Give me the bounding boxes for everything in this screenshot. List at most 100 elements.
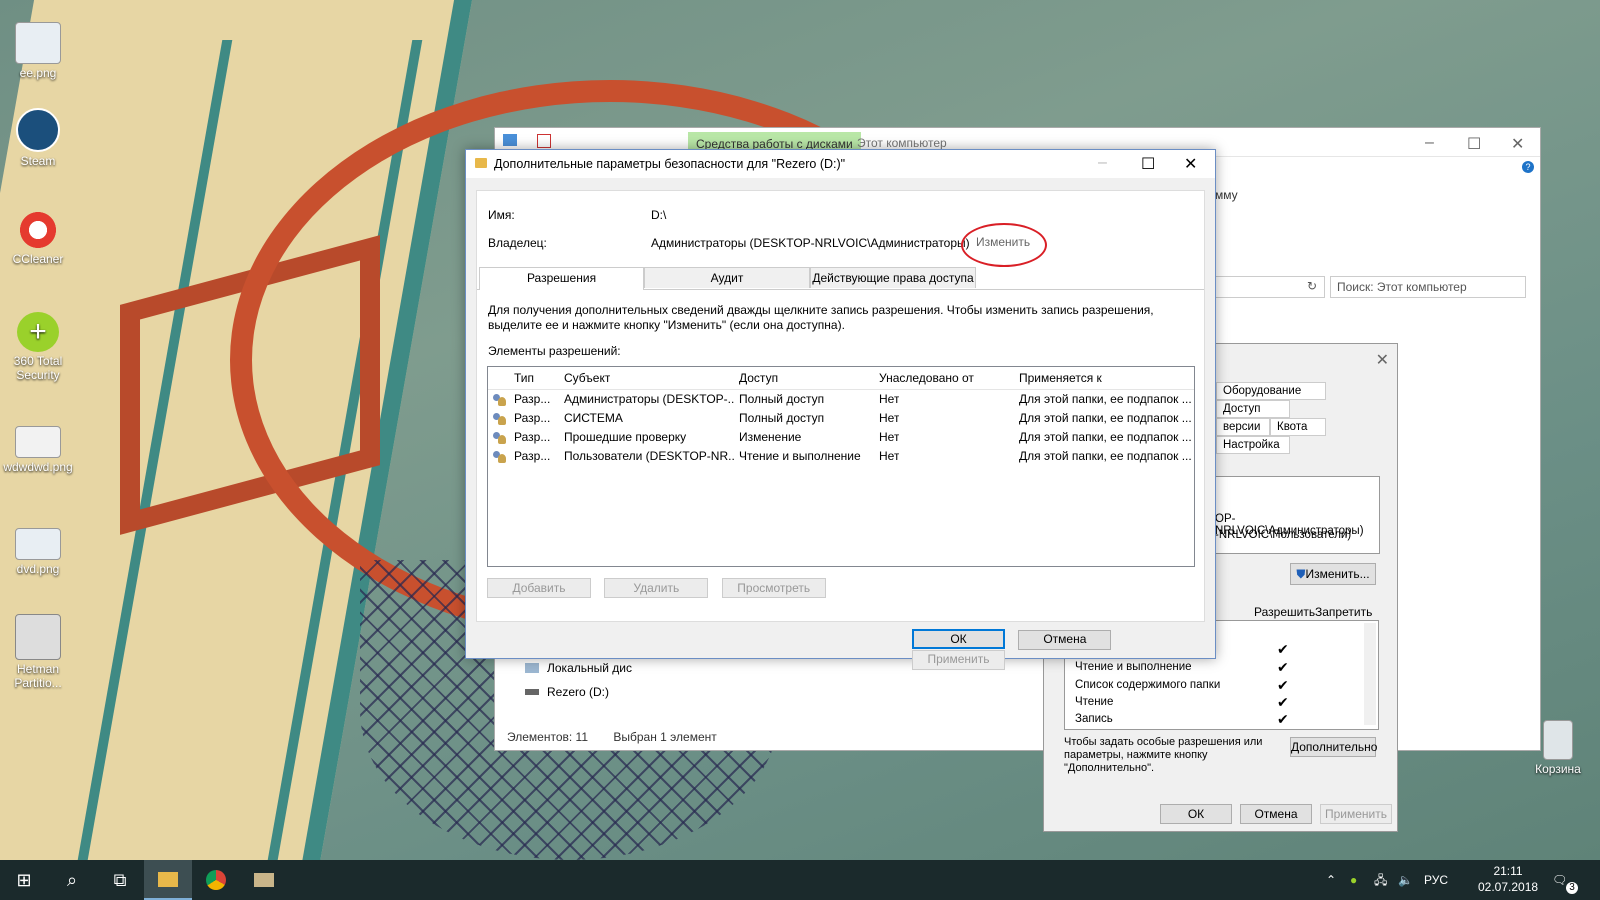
cell-subject: Администраторы (DESKTOP-...: [564, 392, 734, 406]
name-value: D:\: [651, 208, 667, 222]
cancel-button[interactable]: Отмена: [1018, 630, 1112, 650]
desktop-icon-label: wdwdwd.png: [3, 460, 73, 474]
search-icon: ⌕: [66, 869, 78, 890]
column-header-subject[interactable]: Субъект: [564, 371, 610, 385]
close-button[interactable]: ✕: [1511, 134, 1524, 154]
chevron-up-icon[interactable]: ⌃: [1326, 860, 1336, 900]
desktop-icon-ccleaner[interactable]: CCleaner: [0, 210, 76, 266]
taskbar-file-explorer[interactable]: [144, 860, 192, 900]
properties-quick-icon[interactable]: [537, 134, 551, 148]
recycle-bin-icon: [1543, 720, 1573, 760]
group-item[interactable]: -NRLVOIC\Пользователи): [1215, 529, 1351, 541]
maximize-button[interactable]: ☐: [1467, 134, 1481, 154]
cell-applies: Для этой папки, ее подпапок ...: [1019, 411, 1192, 425]
permission-name: Запись: [1075, 713, 1113, 725]
taskbar: ⊞ ⌕ ⧉ ⌃ ● 🖧 🔈 РУС 21:11 02.07.2018 🗨 3: [0, 860, 1600, 900]
desktop-icon-hetman-partition[interactable]: Hetman Partitio...: [0, 614, 76, 690]
cell-type: Разр...: [514, 411, 551, 425]
nav-item-local-disk[interactable]: Локальный дис: [517, 656, 647, 680]
desktop-icon-dvd-png[interactable]: dvd.png: [0, 528, 76, 576]
action-center-icon[interactable]: 🗨: [1552, 860, 1567, 900]
start-button[interactable]: ⊞: [0, 860, 48, 900]
ok-button[interactable]: ОК: [912, 629, 1005, 649]
desktop-icon-steam[interactable]: Steam: [0, 108, 76, 168]
column-header-access[interactable]: Доступ: [739, 371, 778, 385]
ccleaner-icon: [16, 210, 60, 250]
tab-customize[interactable]: Настройка: [1216, 436, 1290, 454]
network-icon[interactable]: 🖧: [1374, 860, 1387, 900]
permission-name: Список содержимого папки: [1075, 679, 1221, 691]
cell-inherited: Нет: [879, 449, 900, 463]
column-header-inherited[interactable]: Унаследовано от: [879, 371, 974, 385]
add-button[interactable]: Добавить: [487, 578, 591, 598]
owner-label: Владелец:: [488, 236, 547, 250]
dialog-titlebar: Дополнительные параметры безопасности дл…: [466, 150, 1215, 178]
apply-button[interactable]: Применить: [912, 650, 1005, 670]
task-view-button[interactable]: ⧉: [96, 860, 144, 900]
user-group-icon: [493, 432, 507, 444]
tab-sharing[interactable]: Доступ: [1216, 400, 1290, 418]
cell-type: Разр...: [514, 449, 551, 463]
scrollbar[interactable]: [1364, 623, 1376, 725]
search-button[interactable]: ⌕: [48, 860, 96, 900]
cell-access: Полный доступ: [739, 411, 825, 425]
table-row[interactable]: Разр... СИСТЕМА Полный доступ Нет Для эт…: [488, 411, 1194, 429]
entry-buttons: Добавить Удалить Просмотреть: [487, 578, 836, 598]
help-icon[interactable]: ?: [1522, 161, 1534, 173]
windows-icon: ⊞: [16, 869, 32, 890]
tab-versions[interactable]: версии: [1216, 418, 1270, 436]
explorer-title: Этот компьютер: [857, 136, 947, 150]
remove-button[interactable]: Удалить: [604, 578, 709, 598]
image-file-icon: [15, 426, 61, 458]
cell-type: Разр...: [514, 392, 551, 406]
allow-check: ✔: [1277, 677, 1289, 693]
clock[interactable]: 21:11 02.07.2018: [1478, 863, 1538, 895]
permission-entries-table[interactable]: Тип Субъект Доступ Унаследовано от Приме…: [487, 366, 1195, 567]
plus-shield-icon: +: [17, 312, 59, 352]
minimize-button[interactable]: –: [1098, 154, 1107, 172]
column-header-type[interactable]: Тип: [514, 371, 534, 385]
tab-permissions[interactable]: Разрешения: [479, 267, 644, 290]
cell-subject: СИСТЕМА: [564, 411, 623, 425]
clock-time: 21:11: [1493, 864, 1523, 878]
close-button[interactable]: ✕: [1184, 154, 1197, 174]
allow-check: ✔: [1277, 711, 1289, 727]
refresh-icon[interactable]: ↻: [1307, 279, 1317, 293]
nav-item-label: Локальный дис: [547, 661, 632, 675]
desktop-icon-ee-png[interactable]: ee.png: [0, 22, 76, 80]
taskbar-security-settings[interactable]: [240, 860, 288, 900]
ok-button[interactable]: ОК: [1160, 804, 1232, 824]
language-indicator[interactable]: РУС: [1424, 860, 1448, 900]
tab-quota[interactable]: Квота: [1270, 418, 1326, 436]
dialog-title: Дополнительные параметры безопасности дл…: [494, 157, 846, 171]
deny-column-label: Запретить: [1315, 605, 1373, 619]
steam-icon: [16, 108, 60, 152]
apply-button[interactable]: Применить: [1320, 804, 1392, 824]
column-header-applies[interactable]: Применяется к: [1019, 371, 1102, 385]
security-tray-icon[interactable]: ●: [1350, 860, 1357, 900]
search-input[interactable]: Поиск: Этот компьютер: [1330, 276, 1526, 298]
desktop-icon-label: dvd.png: [16, 562, 60, 576]
cell-access: Изменение: [739, 430, 802, 444]
taskbar-chrome[interactable]: [192, 860, 240, 900]
view-button[interactable]: Просмотреть: [721, 578, 826, 598]
volume-icon[interactable]: 🔈: [1398, 860, 1413, 900]
table-row[interactable]: Разр... Администраторы (DESKTOP-... Полн…: [488, 392, 1194, 410]
cell-applies: Для этой папки, ее подпапок ...: [1019, 392, 1192, 406]
maximize-button[interactable]: ☐: [1141, 154, 1155, 174]
tab-effective-access[interactable]: Действующие права доступа: [810, 267, 976, 288]
tab-audit[interactable]: Аудит: [644, 267, 810, 288]
desktop-icon-360-total-security[interactable]: + 360 Total Security: [0, 312, 76, 382]
table-row[interactable]: Разр... Прошедшие проверку Изменение Нет…: [488, 430, 1194, 448]
table-row[interactable]: Разр... Пользователи (DESKTOP-NR... Чтен…: [488, 449, 1194, 467]
cancel-button[interactable]: Отмена: [1240, 804, 1312, 824]
edit-permissions-button[interactable]: ⛊Изменить...: [1290, 563, 1376, 585]
close-icon[interactable]: ✕: [1376, 350, 1389, 370]
advanced-button[interactable]: Дополнительно: [1290, 737, 1377, 757]
minimize-button[interactable]: –: [1425, 134, 1434, 152]
chrome-icon: [206, 870, 226, 890]
tab-hardware[interactable]: Оборудование: [1216, 382, 1326, 400]
desktop-icon-wdwdwd-png[interactable]: wdwdwd.png: [0, 426, 76, 474]
nav-item-rezero[interactable]: Rezero (D:): [517, 680, 647, 704]
dialog-tabs: Разрешения Аудит Действующие права досту…: [477, 267, 1204, 290]
